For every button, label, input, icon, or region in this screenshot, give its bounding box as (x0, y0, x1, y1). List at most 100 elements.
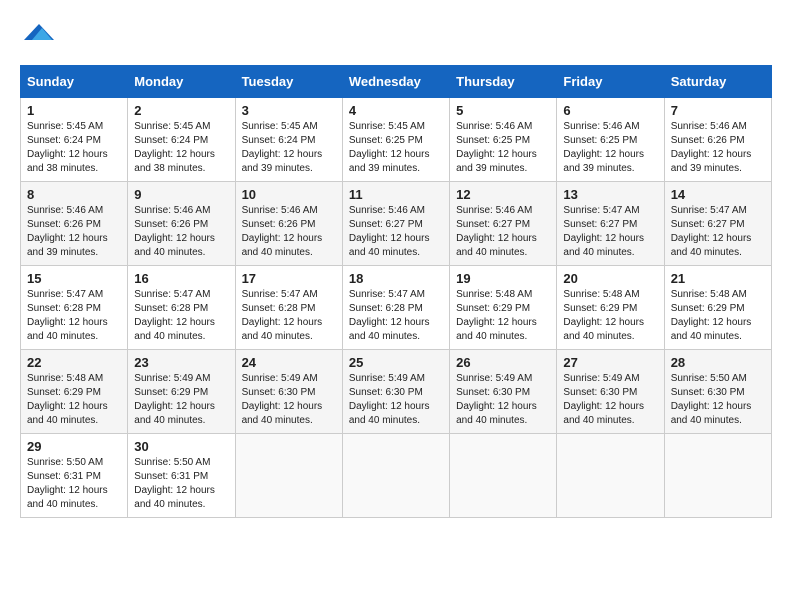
header (20, 20, 772, 49)
calendar-cell (450, 434, 557, 518)
cell-text: Sunrise: 5:48 AM Sunset: 6:29 PM Dayligh… (671, 288, 765, 344)
calendar-cell: 24 Sunrise: 5:49 AM Sunset: 6:30 PM Dayl… (235, 350, 342, 434)
cell-text: Sunrise: 5:46 AM Sunset: 6:26 PM Dayligh… (671, 120, 765, 176)
cell-text: Sunrise: 5:47 AM Sunset: 6:27 PM Dayligh… (563, 204, 657, 260)
calendar-cell: 22 Sunrise: 5:48 AM Sunset: 6:29 PM Dayl… (21, 350, 128, 434)
calendar-cell: 1 Sunrise: 5:45 AM Sunset: 6:24 PM Dayli… (21, 98, 128, 182)
calendar-header-row: SundayMondayTuesdayWednesdayThursdayFrid… (21, 66, 772, 98)
cell-text: Sunrise: 5:47 AM Sunset: 6:28 PM Dayligh… (242, 288, 336, 344)
calendar-cell: 25 Sunrise: 5:49 AM Sunset: 6:30 PM Dayl… (342, 350, 449, 434)
day-number: 21 (671, 271, 765, 286)
calendar-cell: 11 Sunrise: 5:46 AM Sunset: 6:27 PM Dayl… (342, 182, 449, 266)
calendar-cell: 18 Sunrise: 5:47 AM Sunset: 6:28 PM Dayl… (342, 266, 449, 350)
day-number: 23 (134, 355, 228, 370)
cell-text: Sunrise: 5:46 AM Sunset: 6:27 PM Dayligh… (349, 204, 443, 260)
calendar-week-row: 15 Sunrise: 5:47 AM Sunset: 6:28 PM Dayl… (21, 266, 772, 350)
cell-text: Sunrise: 5:49 AM Sunset: 6:30 PM Dayligh… (456, 372, 550, 428)
cell-text: Sunrise: 5:46 AM Sunset: 6:25 PM Dayligh… (563, 120, 657, 176)
calendar-cell: 20 Sunrise: 5:48 AM Sunset: 6:29 PM Dayl… (557, 266, 664, 350)
day-number: 29 (27, 439, 121, 454)
calendar-cell: 28 Sunrise: 5:50 AM Sunset: 6:30 PM Dayl… (664, 350, 771, 434)
day-number: 22 (27, 355, 121, 370)
logo (20, 20, 54, 49)
calendar-cell: 4 Sunrise: 5:45 AM Sunset: 6:25 PM Dayli… (342, 98, 449, 182)
day-number: 8 (27, 187, 121, 202)
day-number: 10 (242, 187, 336, 202)
calendar-week-row: 29 Sunrise: 5:50 AM Sunset: 6:31 PM Dayl… (21, 434, 772, 518)
logo-icon (24, 20, 54, 44)
cell-text: Sunrise: 5:46 AM Sunset: 6:27 PM Dayligh… (456, 204, 550, 260)
cell-text: Sunrise: 5:46 AM Sunset: 6:26 PM Dayligh… (27, 204, 121, 260)
calendar-cell: 8 Sunrise: 5:46 AM Sunset: 6:26 PM Dayli… (21, 182, 128, 266)
day-number: 6 (563, 103, 657, 118)
day-number: 3 (242, 103, 336, 118)
header-tuesday: Tuesday (235, 66, 342, 98)
calendar-cell (342, 434, 449, 518)
cell-text: Sunrise: 5:47 AM Sunset: 6:28 PM Dayligh… (27, 288, 121, 344)
day-number: 9 (134, 187, 228, 202)
cell-text: Sunrise: 5:46 AM Sunset: 6:26 PM Dayligh… (134, 204, 228, 260)
calendar-cell: 2 Sunrise: 5:45 AM Sunset: 6:24 PM Dayli… (128, 98, 235, 182)
day-number: 19 (456, 271, 550, 286)
calendar-cell: 19 Sunrise: 5:48 AM Sunset: 6:29 PM Dayl… (450, 266, 557, 350)
day-number: 2 (134, 103, 228, 118)
cell-text: Sunrise: 5:50 AM Sunset: 6:31 PM Dayligh… (27, 456, 121, 512)
calendar-cell (664, 434, 771, 518)
calendar-cell: 16 Sunrise: 5:47 AM Sunset: 6:28 PM Dayl… (128, 266, 235, 350)
calendar-cell (235, 434, 342, 518)
header-monday: Monday (128, 66, 235, 98)
day-number: 16 (134, 271, 228, 286)
day-number: 14 (671, 187, 765, 202)
day-number: 25 (349, 355, 443, 370)
header-sunday: Sunday (21, 66, 128, 98)
calendar-cell: 21 Sunrise: 5:48 AM Sunset: 6:29 PM Dayl… (664, 266, 771, 350)
day-number: 26 (456, 355, 550, 370)
day-number: 12 (456, 187, 550, 202)
header-friday: Friday (557, 66, 664, 98)
cell-text: Sunrise: 5:45 AM Sunset: 6:25 PM Dayligh… (349, 120, 443, 176)
day-number: 15 (27, 271, 121, 286)
calendar-cell: 3 Sunrise: 5:45 AM Sunset: 6:24 PM Dayli… (235, 98, 342, 182)
header-thursday: Thursday (450, 66, 557, 98)
cell-text: Sunrise: 5:46 AM Sunset: 6:25 PM Dayligh… (456, 120, 550, 176)
calendar-week-row: 8 Sunrise: 5:46 AM Sunset: 6:26 PM Dayli… (21, 182, 772, 266)
cell-text: Sunrise: 5:47 AM Sunset: 6:27 PM Dayligh… (671, 204, 765, 260)
cell-text: Sunrise: 5:49 AM Sunset: 6:30 PM Dayligh… (242, 372, 336, 428)
calendar-cell: 29 Sunrise: 5:50 AM Sunset: 6:31 PM Dayl… (21, 434, 128, 518)
calendar-cell: 10 Sunrise: 5:46 AM Sunset: 6:26 PM Dayl… (235, 182, 342, 266)
day-number: 30 (134, 439, 228, 454)
day-number: 5 (456, 103, 550, 118)
header-saturday: Saturday (664, 66, 771, 98)
cell-text: Sunrise: 5:49 AM Sunset: 6:29 PM Dayligh… (134, 372, 228, 428)
cell-text: Sunrise: 5:45 AM Sunset: 6:24 PM Dayligh… (27, 120, 121, 176)
cell-text: Sunrise: 5:47 AM Sunset: 6:28 PM Dayligh… (134, 288, 228, 344)
day-number: 4 (349, 103, 443, 118)
day-number: 11 (349, 187, 443, 202)
header-wednesday: Wednesday (342, 66, 449, 98)
day-number: 7 (671, 103, 765, 118)
cell-text: Sunrise: 5:48 AM Sunset: 6:29 PM Dayligh… (563, 288, 657, 344)
calendar-cell: 6 Sunrise: 5:46 AM Sunset: 6:25 PM Dayli… (557, 98, 664, 182)
calendar-cell: 5 Sunrise: 5:46 AM Sunset: 6:25 PM Dayli… (450, 98, 557, 182)
day-number: 17 (242, 271, 336, 286)
calendar-cell: 15 Sunrise: 5:47 AM Sunset: 6:28 PM Dayl… (21, 266, 128, 350)
cell-text: Sunrise: 5:48 AM Sunset: 6:29 PM Dayligh… (27, 372, 121, 428)
day-number: 24 (242, 355, 336, 370)
calendar-cell: 9 Sunrise: 5:46 AM Sunset: 6:26 PM Dayli… (128, 182, 235, 266)
cell-text: Sunrise: 5:47 AM Sunset: 6:28 PM Dayligh… (349, 288, 443, 344)
cell-text: Sunrise: 5:49 AM Sunset: 6:30 PM Dayligh… (563, 372, 657, 428)
cell-text: Sunrise: 5:50 AM Sunset: 6:30 PM Dayligh… (671, 372, 765, 428)
calendar-week-row: 22 Sunrise: 5:48 AM Sunset: 6:29 PM Dayl… (21, 350, 772, 434)
calendar-cell: 7 Sunrise: 5:46 AM Sunset: 6:26 PM Dayli… (664, 98, 771, 182)
calendar-table: SundayMondayTuesdayWednesdayThursdayFrid… (20, 65, 772, 518)
day-number: 28 (671, 355, 765, 370)
calendar-cell: 30 Sunrise: 5:50 AM Sunset: 6:31 PM Dayl… (128, 434, 235, 518)
calendar-cell: 17 Sunrise: 5:47 AM Sunset: 6:28 PM Dayl… (235, 266, 342, 350)
calendar-cell (557, 434, 664, 518)
cell-text: Sunrise: 5:48 AM Sunset: 6:29 PM Dayligh… (456, 288, 550, 344)
day-number: 18 (349, 271, 443, 286)
cell-text: Sunrise: 5:45 AM Sunset: 6:24 PM Dayligh… (242, 120, 336, 176)
calendar-week-row: 1 Sunrise: 5:45 AM Sunset: 6:24 PM Dayli… (21, 98, 772, 182)
cell-text: Sunrise: 5:45 AM Sunset: 6:24 PM Dayligh… (134, 120, 228, 176)
cell-text: Sunrise: 5:50 AM Sunset: 6:31 PM Dayligh… (134, 456, 228, 512)
